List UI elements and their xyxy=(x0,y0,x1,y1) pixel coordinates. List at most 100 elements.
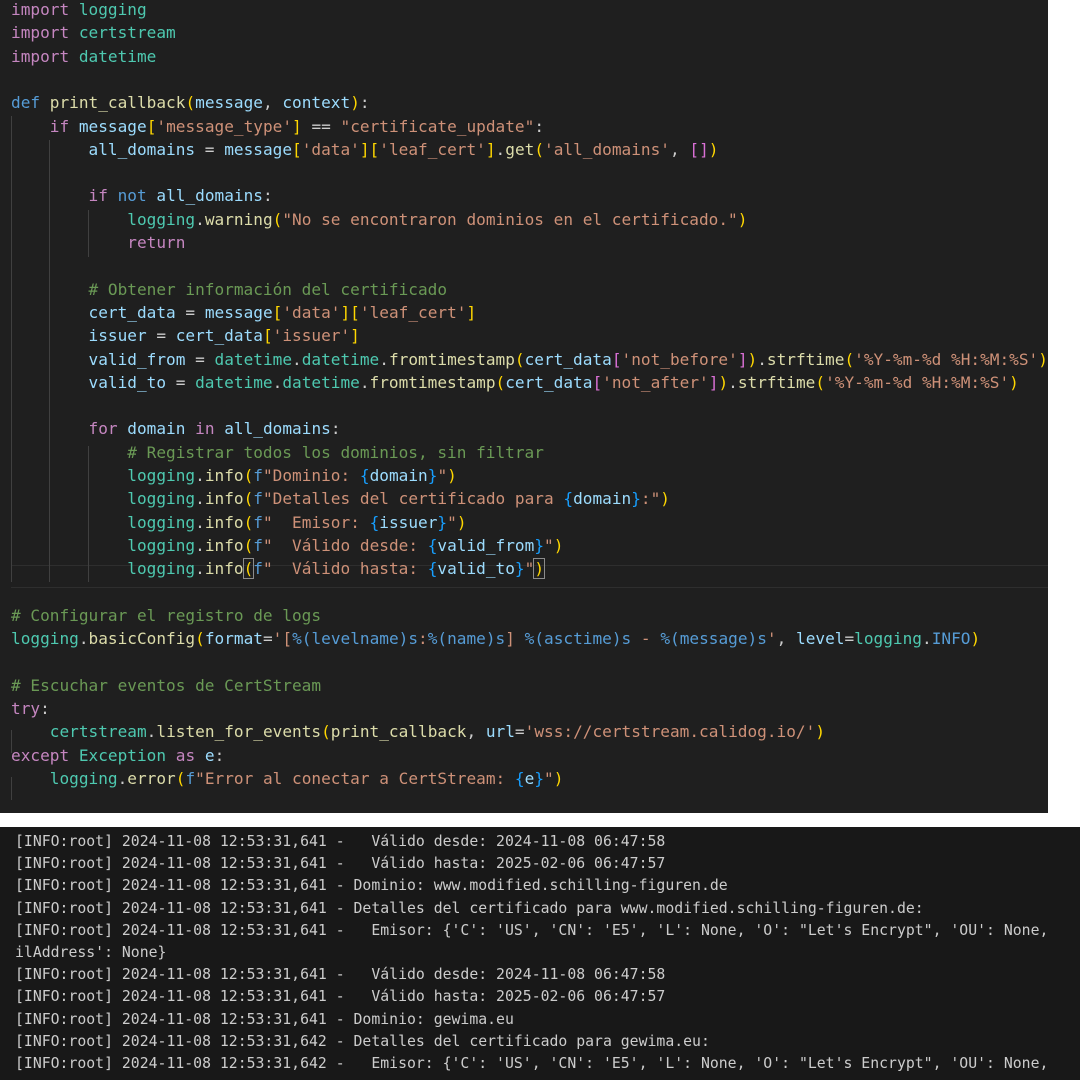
code-token: fromtimestamp xyxy=(388,349,515,369)
code-token: == xyxy=(301,116,341,136)
code-token: ( xyxy=(272,209,283,229)
code-token: : xyxy=(534,116,545,136)
code-token: } xyxy=(534,535,545,555)
code-token: [ xyxy=(292,139,302,159)
code-token: info xyxy=(204,466,244,485)
code-token: datetime xyxy=(195,372,273,392)
code-editor[interactable]: import logging import certstream import da… xyxy=(0,0,1048,813)
code-token: e xyxy=(524,768,535,788)
code-line: issuer = cert_data['issuer'] xyxy=(11,324,360,347)
code-token: ] xyxy=(737,349,748,369)
code-token: 'not_after' xyxy=(602,372,709,392)
code-line: valid_from = datetime.datetime.fromtimes… xyxy=(11,348,1048,371)
code-token: { xyxy=(514,768,525,788)
code-token: [ xyxy=(262,326,273,346)
code-token: { xyxy=(427,559,438,579)
code-token: . xyxy=(495,139,506,159)
code-token: } xyxy=(631,489,641,509)
terminal-line: [INFO:root] 2024-11-08 12:53:31,642 - Em… xyxy=(15,1055,1049,1072)
code-token: cert_data xyxy=(175,326,263,346)
code-token: Exception xyxy=(78,745,167,765)
code-token: ] xyxy=(292,116,302,136)
code-token: . xyxy=(195,209,205,229)
code-line: for domain in all_domains: xyxy=(11,417,341,440)
code-token: except xyxy=(11,745,70,765)
code-token: INFO xyxy=(931,629,971,649)
code-token: logging xyxy=(127,489,196,509)
code-line: def print_callback(message, context): xyxy=(11,91,370,114)
code-token: } xyxy=(514,559,525,579)
code-token: '%Y-%m-%d %H:%M:%S' xyxy=(854,349,1039,369)
code-token: : xyxy=(359,93,370,113)
code-token: datetime xyxy=(282,372,360,392)
terminal-output[interactable]: [INFO:root] 2024-11-08 12:53:31,641 - Vá… xyxy=(0,827,1080,1080)
code-line: import datetime xyxy=(11,45,156,68)
code-token: for xyxy=(88,419,118,439)
code-token: " xyxy=(544,768,554,788)
code-line: logging.info(f" Válido desde: {valid_fro… xyxy=(11,534,563,557)
code-token: . xyxy=(757,349,767,369)
code-token: ) xyxy=(718,372,729,392)
code-token: } xyxy=(437,512,448,532)
code-line: all_domains = message['data']['leaf_cert… xyxy=(11,138,719,161)
code-token: ' xyxy=(766,629,777,649)
code-token: { xyxy=(427,535,438,555)
code-token: import xyxy=(11,0,70,19)
code-token: f xyxy=(253,512,263,532)
code-token: ) xyxy=(1038,349,1048,369)
code-token: = xyxy=(185,349,215,369)
code-token: logging xyxy=(127,535,196,555)
code-token: ] xyxy=(708,372,719,392)
code-line: import logging xyxy=(11,0,147,21)
code-token: basicConfig xyxy=(88,629,196,649)
code-line: import certstream xyxy=(11,21,176,44)
code-token: if xyxy=(88,186,108,206)
code-token: ) xyxy=(456,512,467,532)
code-token: ( xyxy=(844,349,855,369)
code-token: f xyxy=(253,466,263,485)
code-token: ) xyxy=(708,139,719,159)
code-token: f xyxy=(253,559,263,579)
code-token: all_domains xyxy=(224,419,331,439)
code-token: = xyxy=(195,139,225,159)
code-token: [] xyxy=(689,139,709,159)
code-token: logging xyxy=(854,629,922,649)
code-token: datetime xyxy=(78,46,157,66)
code-token: error xyxy=(127,768,176,788)
code-token: ( xyxy=(243,512,254,532)
code-token: ) xyxy=(533,558,546,580)
code-token: . xyxy=(146,722,157,742)
code-token: [ xyxy=(146,116,157,136)
terminal-line: [INFO:root] 2024-11-08 12:53:31,641 - Vá… xyxy=(15,988,666,1006)
code-token: , xyxy=(466,722,486,742)
code-line: logging.info(f"Dominio: {domain}") xyxy=(11,464,457,487)
code-token: # Registrar todos los dominios, sin filt… xyxy=(127,442,544,462)
code-token: = xyxy=(166,372,196,392)
code-token: ( xyxy=(534,139,545,159)
code-line: cert_data = message['data']['leaf_cert'] xyxy=(11,301,477,324)
code-token: 'not_before' xyxy=(621,349,738,369)
code-token: " Emisor: xyxy=(262,512,370,532)
code-token: logging xyxy=(49,768,118,788)
code-token: . xyxy=(117,768,128,788)
code-token: [ xyxy=(592,372,603,392)
code-token: ] xyxy=(485,139,496,159)
code-token: all_domains xyxy=(88,139,196,159)
code-token: { xyxy=(359,466,370,485)
code-token: warning xyxy=(204,209,273,229)
code-token: , xyxy=(776,629,796,649)
code-token: %(asctime)s xyxy=(524,629,632,649)
code-token: fromtimestamp xyxy=(369,372,496,392)
